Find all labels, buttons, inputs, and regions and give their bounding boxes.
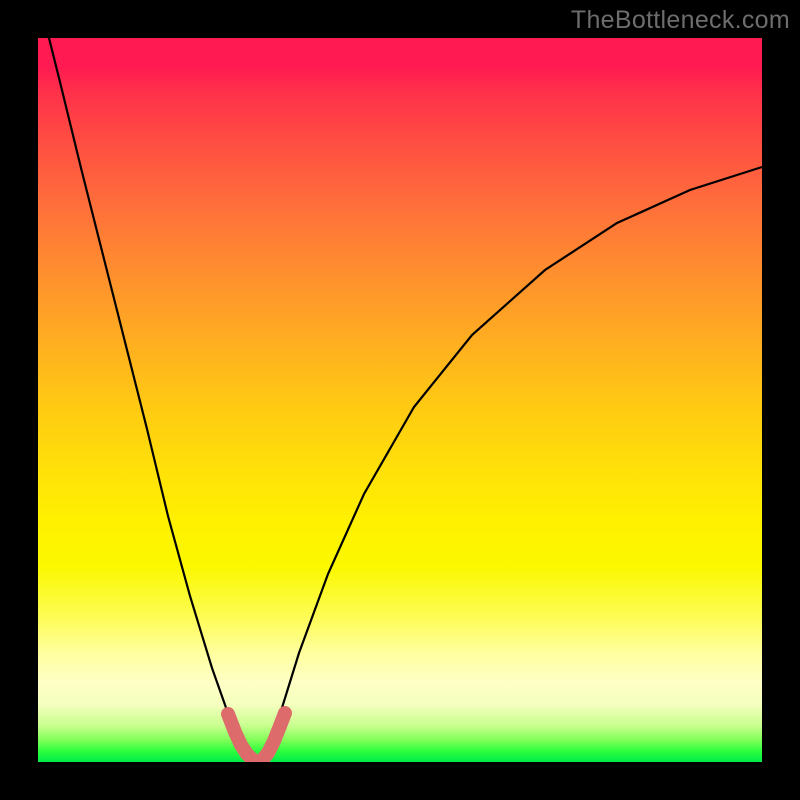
highlight-path bbox=[228, 713, 285, 762]
plot-area bbox=[38, 38, 762, 762]
watermark-text: TheBottleneck.com bbox=[571, 6, 790, 35]
chart-frame: TheBottleneck.com bbox=[0, 0, 800, 800]
highlight-segment bbox=[38, 38, 762, 762]
